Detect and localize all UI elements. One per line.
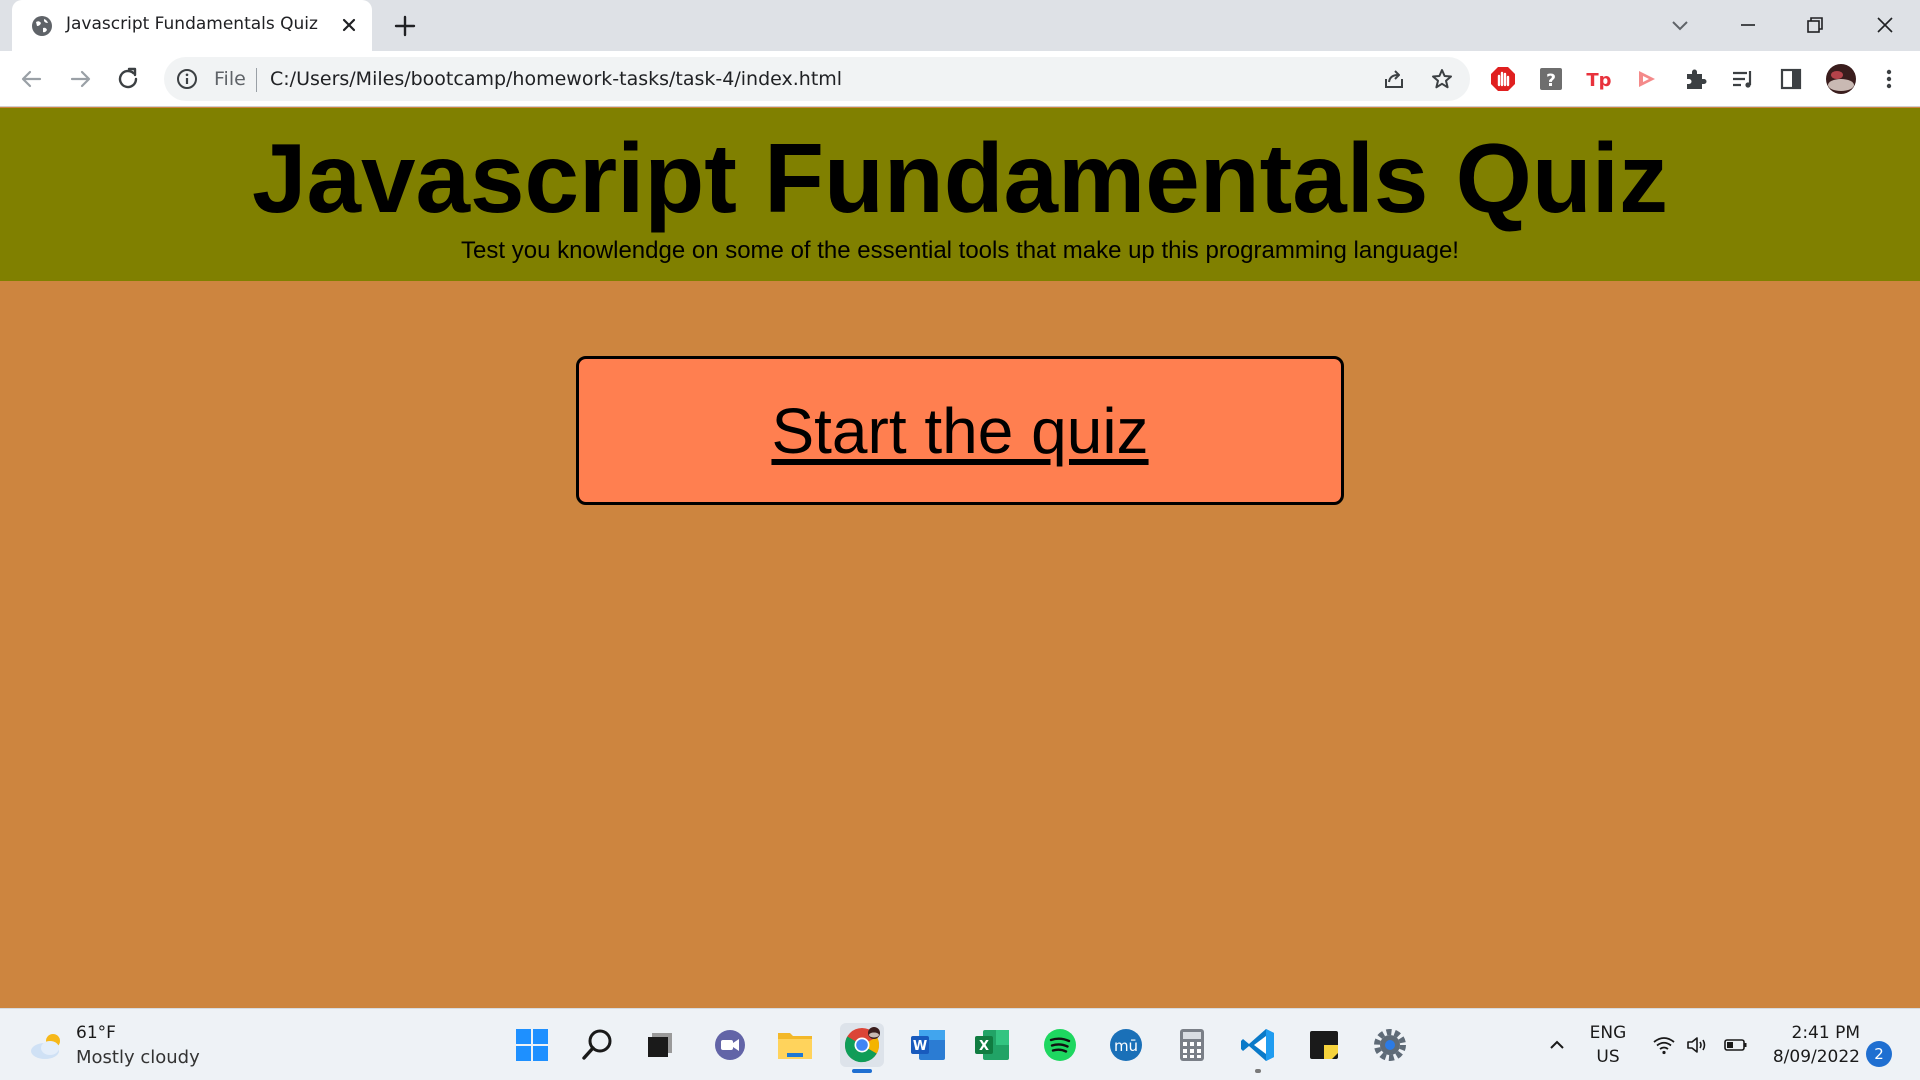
bookmark-star-icon[interactable] bbox=[1430, 67, 1454, 91]
word-button[interactable]: W bbox=[906, 1023, 950, 1067]
wifi-icon[interactable] bbox=[1652, 1033, 1676, 1057]
vscode-button[interactable] bbox=[1236, 1023, 1280, 1073]
svg-text:Tp: Tp bbox=[1586, 70, 1611, 91]
teams-chat-icon bbox=[715, 1030, 745, 1060]
help-icon[interactable]: ? bbox=[1537, 65, 1565, 93]
language-indicator[interactable]: ENG bbox=[1586, 1023, 1630, 1043]
globe-icon bbox=[32, 16, 52, 36]
active-app-indicator bbox=[852, 1069, 872, 1073]
chevron-up-icon[interactable] bbox=[1545, 1033, 1569, 1057]
keyboard-layout-indicator[interactable]: US bbox=[1586, 1047, 1630, 1067]
back-arrow-icon[interactable] bbox=[18, 65, 46, 93]
svg-text:?: ? bbox=[1546, 71, 1556, 91]
excel-button[interactable]: X bbox=[970, 1023, 1014, 1067]
url-text[interactable]: C:/Users/Miles/bootcamp/homework-tasks/t… bbox=[270, 68, 842, 90]
address-bar[interactable]: File C:/Users/Miles/bootcamp/homework-ta… bbox=[164, 57, 1470, 101]
new-tab-icon[interactable] bbox=[392, 13, 418, 39]
battery-icon[interactable] bbox=[1724, 1033, 1748, 1057]
sticky-notes-icon bbox=[1310, 1031, 1338, 1059]
close-tab-icon[interactable] bbox=[338, 14, 360, 36]
clock-date[interactable]: 8/09/2022 bbox=[1760, 1047, 1860, 1067]
musescore-button[interactable]: mū bbox=[1104, 1023, 1148, 1067]
browser-toolbar: File C:/Users/Miles/bootcamp/homework-ta… bbox=[0, 51, 1920, 107]
notification-badge[interactable]: 2 bbox=[1866, 1041, 1892, 1067]
word-icon: W bbox=[911, 1030, 945, 1060]
weather-description[interactable]: Mostly cloudy bbox=[76, 1047, 200, 1068]
profile-avatar[interactable] bbox=[1825, 63, 1857, 95]
start-quiz-link[interactable]: Start the quiz bbox=[771, 394, 1148, 468]
tab-search-icon[interactable] bbox=[1665, 10, 1695, 40]
excel-icon: X bbox=[975, 1030, 1009, 1060]
svg-text:X: X bbox=[979, 1039, 989, 1054]
minimize-icon[interactable] bbox=[1733, 10, 1763, 40]
svg-text:W: W bbox=[913, 1039, 927, 1054]
adblock-icon[interactable] bbox=[1489, 65, 1517, 93]
start-button[interactable] bbox=[510, 1023, 554, 1067]
video-extension-icon[interactable] bbox=[1633, 65, 1661, 93]
reading-list-icon[interactable] bbox=[1729, 65, 1757, 93]
svg-text:mū: mū bbox=[1114, 1037, 1138, 1055]
file-explorer-button[interactable] bbox=[773, 1023, 817, 1067]
task-view-button[interactable] bbox=[638, 1023, 682, 1067]
share-icon[interactable] bbox=[1382, 67, 1406, 91]
spotify-icon bbox=[1044, 1029, 1076, 1061]
tab-title: Javascript Fundamentals Quiz bbox=[66, 14, 318, 34]
forward-arrow-icon[interactable] bbox=[66, 65, 94, 93]
close-window-icon[interactable] bbox=[1870, 10, 1900, 40]
browser-tabstrip: Javascript Fundamentals Quiz bbox=[0, 0, 1920, 51]
side-panel-icon[interactable] bbox=[1777, 65, 1805, 93]
teams-chat-button[interactable] bbox=[708, 1023, 752, 1067]
chrome-icon bbox=[844, 1027, 880, 1063]
menu-kebab-icon[interactable] bbox=[1875, 65, 1903, 93]
info-icon[interactable] bbox=[176, 68, 198, 90]
restore-icon[interactable] bbox=[1800, 10, 1830, 40]
page-title: Javascript Fundamentals Quiz bbox=[252, 123, 1668, 233]
open-app-indicator bbox=[1255, 1069, 1261, 1073]
settings-button[interactable] bbox=[1368, 1023, 1412, 1067]
clock-time[interactable]: 2:41 PM bbox=[1760, 1023, 1861, 1043]
reload-icon[interactable] bbox=[114, 65, 142, 93]
settings-icon bbox=[1374, 1029, 1406, 1061]
vscode-icon bbox=[1241, 1029, 1274, 1061]
chrome-button[interactable] bbox=[840, 1023, 884, 1073]
file-explorer-icon bbox=[778, 1033, 812, 1059]
browser-tab[interactable]: Javascript Fundamentals Quiz bbox=[12, 0, 372, 51]
spotify-button[interactable] bbox=[1038, 1023, 1082, 1067]
volume-icon[interactable] bbox=[1685, 1033, 1709, 1057]
calculator-icon bbox=[1180, 1029, 1204, 1061]
search-icon bbox=[582, 1029, 612, 1060]
musescore-icon: mū bbox=[1110, 1029, 1142, 1061]
puzzle-icon[interactable] bbox=[1681, 65, 1709, 93]
omnibox-divider bbox=[256, 68, 257, 92]
weather-temperature[interactable]: 61°F bbox=[76, 1023, 116, 1043]
page-subtitle: Test you knowlendge on some of the essen… bbox=[461, 237, 1459, 264]
cloudy-weather-icon[interactable] bbox=[28, 1029, 68, 1061]
windows-taskbar: 61°F Mostly cloudy W X mū ENG US 2:41 PM… bbox=[0, 1008, 1920, 1080]
sticky-notes-button[interactable] bbox=[1302, 1023, 1346, 1067]
url-scheme-label: File bbox=[214, 68, 246, 90]
calculator-button[interactable] bbox=[1170, 1023, 1214, 1067]
tp-extension-icon[interactable]: Tp bbox=[1585, 65, 1613, 93]
page-header: Javascript Fundamentals Quiz Test you kn… bbox=[0, 108, 1920, 281]
start-quiz-button[interactable]: Start the quiz bbox=[576, 356, 1344, 505]
task-view-icon bbox=[648, 1033, 672, 1057]
search-button[interactable] bbox=[576, 1023, 620, 1067]
start-icon bbox=[516, 1029, 548, 1061]
